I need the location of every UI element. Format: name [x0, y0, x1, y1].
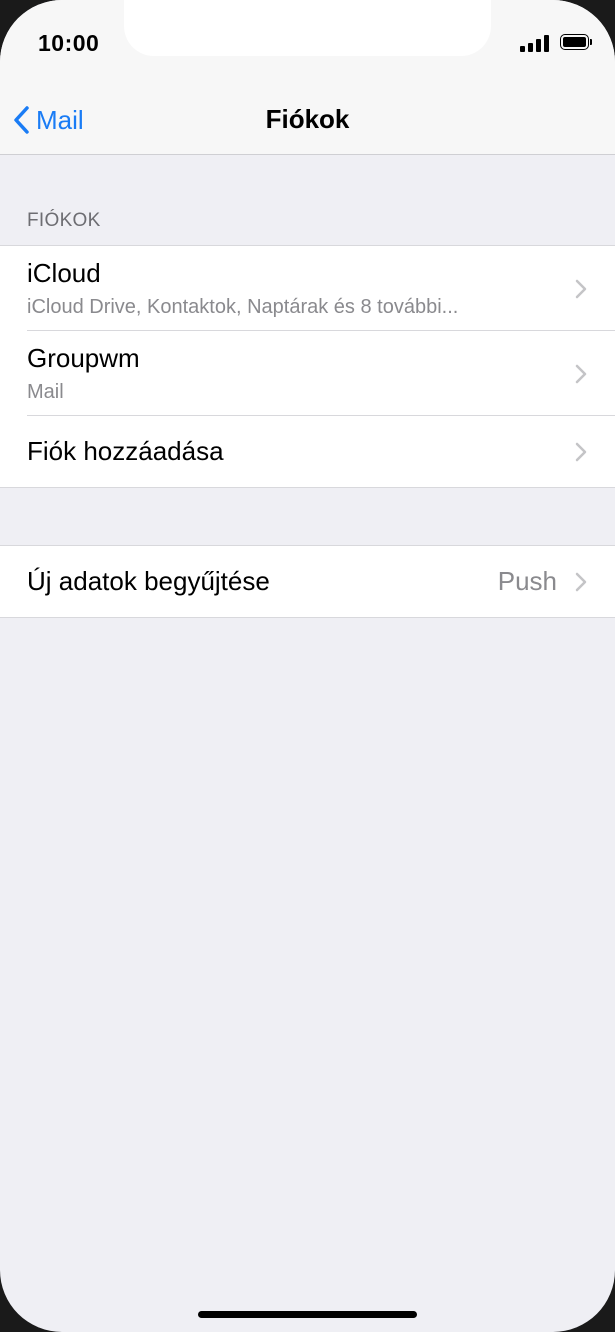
status-bar: 10:00 — [0, 0, 615, 88]
accounts-list: iCloud iCloud Drive, Kontaktok, Naptárak… — [0, 245, 615, 488]
chevron-right-icon — [575, 572, 587, 592]
navigation-bar: Mail Fiókok — [0, 88, 615, 155]
row-title: Groupwm — [27, 343, 140, 373]
section-header-accounts: FIÓKOK — [27, 210, 101, 231]
page-title: Fiókok — [265, 104, 350, 134]
row-subtitle: Mail — [27, 381, 64, 403]
row-subtitle: iCloud Drive, Kontaktok, Naptárak és 8 t… — [27, 296, 459, 318]
row-value: Push — [497, 566, 557, 596]
battery-full-icon — [560, 34, 592, 52]
chevron-right-icon — [575, 364, 587, 384]
row-title: Fiók hozzáadása — [27, 436, 224, 466]
chevron-right-icon — [575, 442, 587, 462]
account-row-icloud[interactable]: iCloud iCloud Drive, Kontaktok, Naptárak… — [0, 246, 615, 331]
home-indicator[interactable] — [198, 1311, 417, 1318]
fetch-settings-list: Új adatok begyűjtése Push — [0, 545, 615, 618]
add-account-row[interactable]: Fiók hozzáadása — [0, 416, 615, 487]
phone-screen: 10:00 Mail Fiókok FIÓKOK iCloud iCloud D… — [0, 0, 615, 1332]
chevron-right-icon — [575, 279, 587, 299]
status-time: 10:00 — [38, 30, 100, 56]
fetch-new-data-row[interactable]: Új adatok begyűjtése Push — [0, 546, 615, 617]
row-title: iCloud — [27, 258, 101, 288]
notch — [124, 0, 491, 56]
row-title: Új adatok begyűjtése — [27, 566, 270, 596]
account-row-groupwm[interactable]: Groupwm Mail — [0, 331, 615, 416]
cellular-signal-icon — [520, 34, 550, 52]
